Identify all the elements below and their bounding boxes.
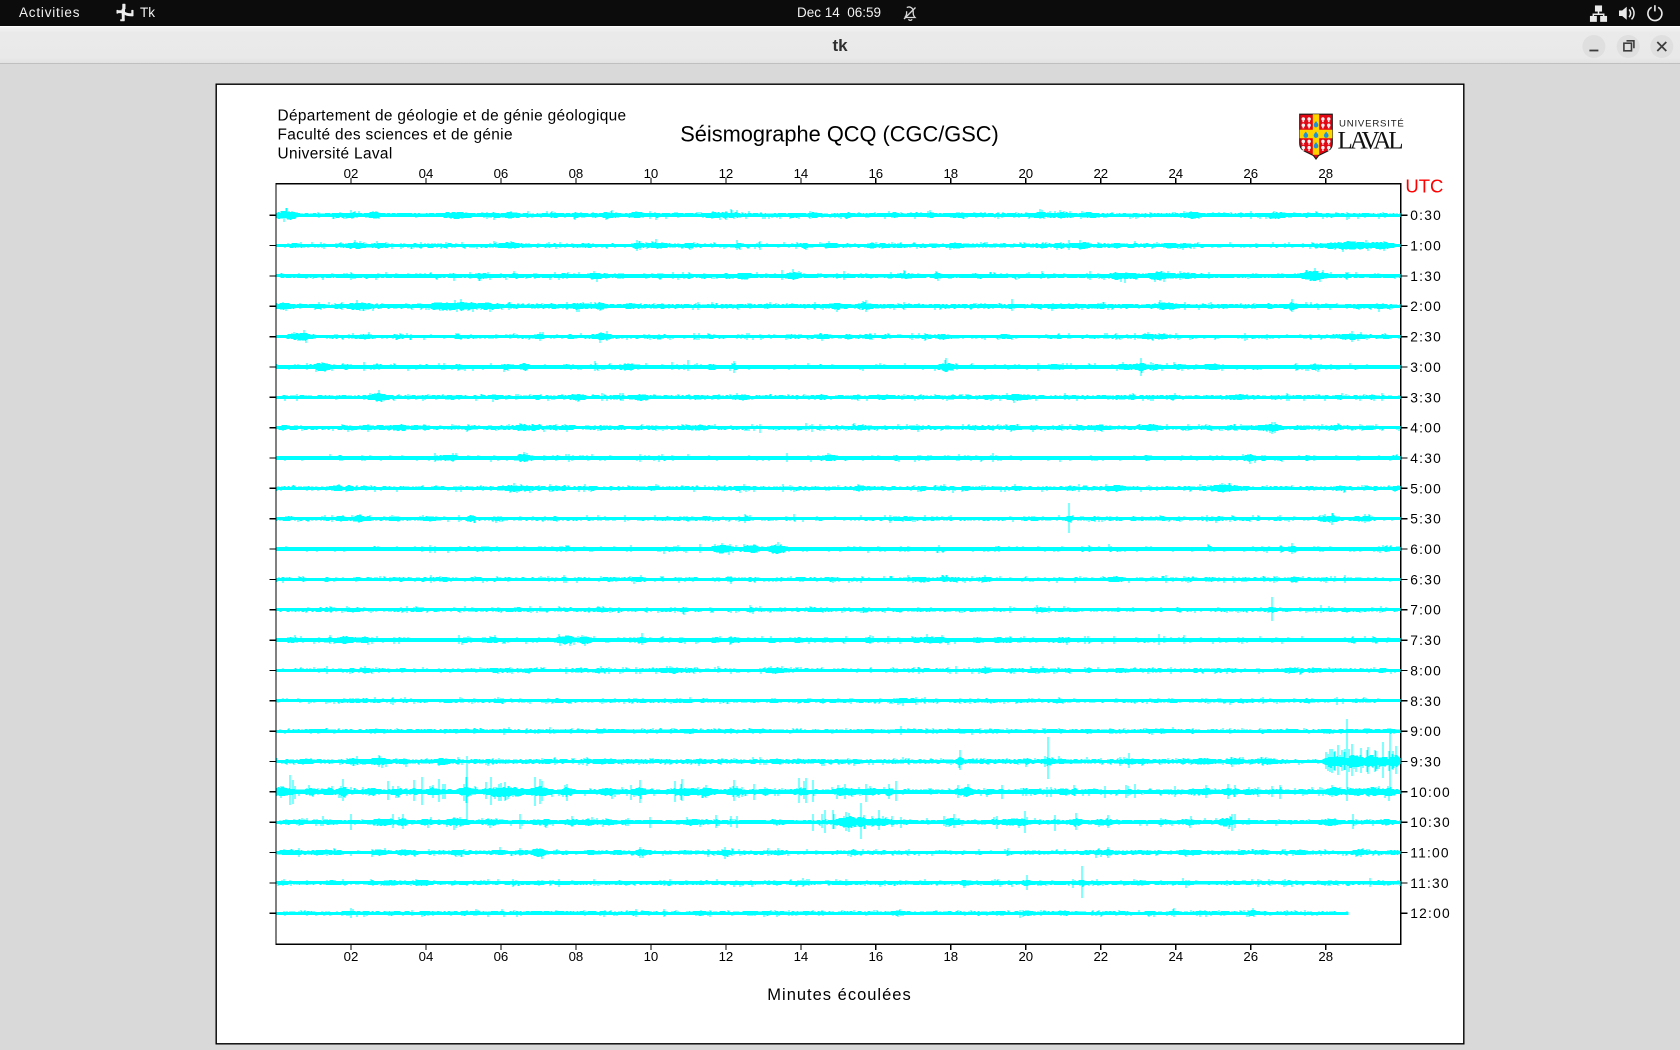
svg-text:7:30: 7:30 <box>1410 633 1442 648</box>
svg-text:28: 28 <box>1318 949 1333 964</box>
svg-text:08: 08 <box>569 166 584 181</box>
svg-text:14: 14 <box>794 166 809 181</box>
svg-text:20: 20 <box>1018 949 1033 964</box>
svg-text:1:30: 1:30 <box>1410 269 1442 284</box>
svg-text:9:00: 9:00 <box>1410 724 1442 739</box>
svg-text:06: 06 <box>494 166 509 181</box>
svg-text:02: 02 <box>344 949 359 964</box>
svg-text:24: 24 <box>1168 166 1183 181</box>
svg-text:10:00: 10:00 <box>1410 785 1451 800</box>
svg-text:22: 22 <box>1093 166 1108 181</box>
svg-text:Séismographe QCQ (CGC/GSC): Séismographe QCQ (CGC/GSC) <box>680 122 999 147</box>
svg-text:11:30: 11:30 <box>1410 876 1450 891</box>
svg-text:UTC: UTC <box>1405 175 1443 196</box>
svg-text:LAVAL: LAVAL <box>1338 128 1404 155</box>
svg-text:18: 18 <box>943 949 958 964</box>
svg-text:18: 18 <box>943 166 958 181</box>
svg-text:20: 20 <box>1018 166 1033 181</box>
svg-text:26: 26 <box>1243 949 1258 964</box>
svg-text:28: 28 <box>1318 166 1333 181</box>
svg-text:24: 24 <box>1168 949 1183 964</box>
svg-text:4:00: 4:00 <box>1410 421 1442 436</box>
svg-text:2:00: 2:00 <box>1410 299 1442 314</box>
svg-text:10: 10 <box>644 166 659 181</box>
svg-text:08: 08 <box>569 949 584 964</box>
svg-text:0:30: 0:30 <box>1410 208 1442 223</box>
svg-text:1:00: 1:00 <box>1410 239 1442 254</box>
svg-text:3:30: 3:30 <box>1410 390 1442 405</box>
svg-text:8:30: 8:30 <box>1410 694 1442 709</box>
svg-text:Département de géologie et de: Département de géologie et de génie géol… <box>278 108 627 125</box>
svg-text:6:30: 6:30 <box>1410 572 1442 587</box>
svg-text:8:00: 8:00 <box>1410 663 1442 678</box>
svg-text:12: 12 <box>719 166 734 181</box>
svg-text:06: 06 <box>494 949 509 964</box>
svg-text:2:30: 2:30 <box>1410 330 1442 345</box>
svg-text:16: 16 <box>868 166 883 181</box>
svg-text:12: 12 <box>719 949 734 964</box>
svg-text:14: 14 <box>794 949 809 964</box>
svg-text:9:30: 9:30 <box>1410 755 1442 770</box>
svg-text:4:30: 4:30 <box>1410 451 1442 466</box>
svg-text:Université Laval: Université Laval <box>278 146 393 163</box>
svg-text:7:00: 7:00 <box>1410 603 1442 618</box>
svg-text:10:30: 10:30 <box>1410 815 1451 830</box>
svg-text:22: 22 <box>1093 949 1108 964</box>
svg-text:Faculté des sciences et de gén: Faculté des sciences et de génie <box>278 127 513 144</box>
svg-text:11:00: 11:00 <box>1410 846 1450 861</box>
svg-text:Minutes écoulées: Minutes écoulées <box>767 986 911 1004</box>
svg-text:5:00: 5:00 <box>1410 481 1442 496</box>
svg-text:3:00: 3:00 <box>1410 360 1442 375</box>
svg-text:16: 16 <box>868 949 883 964</box>
svg-text:26: 26 <box>1243 166 1258 181</box>
svg-text:12:00: 12:00 <box>1410 906 1451 921</box>
svg-text:02: 02 <box>344 166 359 181</box>
svg-text:10: 10 <box>644 949 659 964</box>
svg-text:6:00: 6:00 <box>1410 542 1442 557</box>
svg-text:04: 04 <box>419 949 434 964</box>
svg-text:5:30: 5:30 <box>1410 512 1442 527</box>
svg-text:04: 04 <box>419 166 434 181</box>
